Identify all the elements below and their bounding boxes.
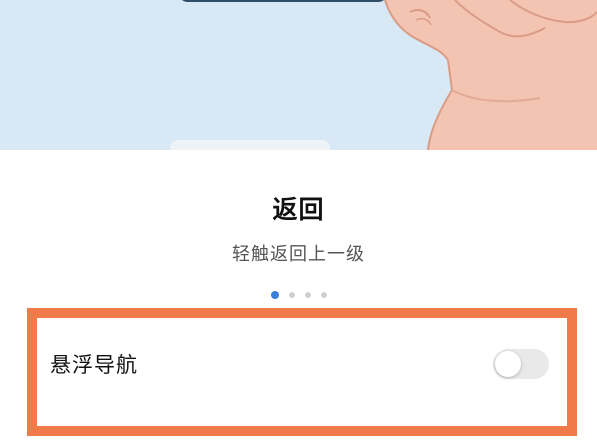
gesture-title: 返回 (272, 195, 325, 224)
floating-nav-label: 悬浮导航 (50, 353, 138, 377)
pager-dot-2[interactable] (288, 292, 295, 298)
hand-tap-icon (170, 0, 597, 150)
pager-dot-4[interactable] (320, 292, 327, 298)
gesture-description: 轻触返回上一级 (232, 244, 365, 265)
pager-dot-3[interactable] (304, 292, 311, 298)
floating-nav-settings-page: 返回 轻触返回上一级 悬浮导航 (0, 0, 597, 446)
toggle-knob (495, 351, 521, 377)
floating-nav-toggle[interactable] (493, 349, 549, 379)
pager-dot-1[interactable] (270, 291, 279, 299)
back-gesture-illustration (0, 0, 597, 150)
pager-dots (0, 291, 597, 299)
